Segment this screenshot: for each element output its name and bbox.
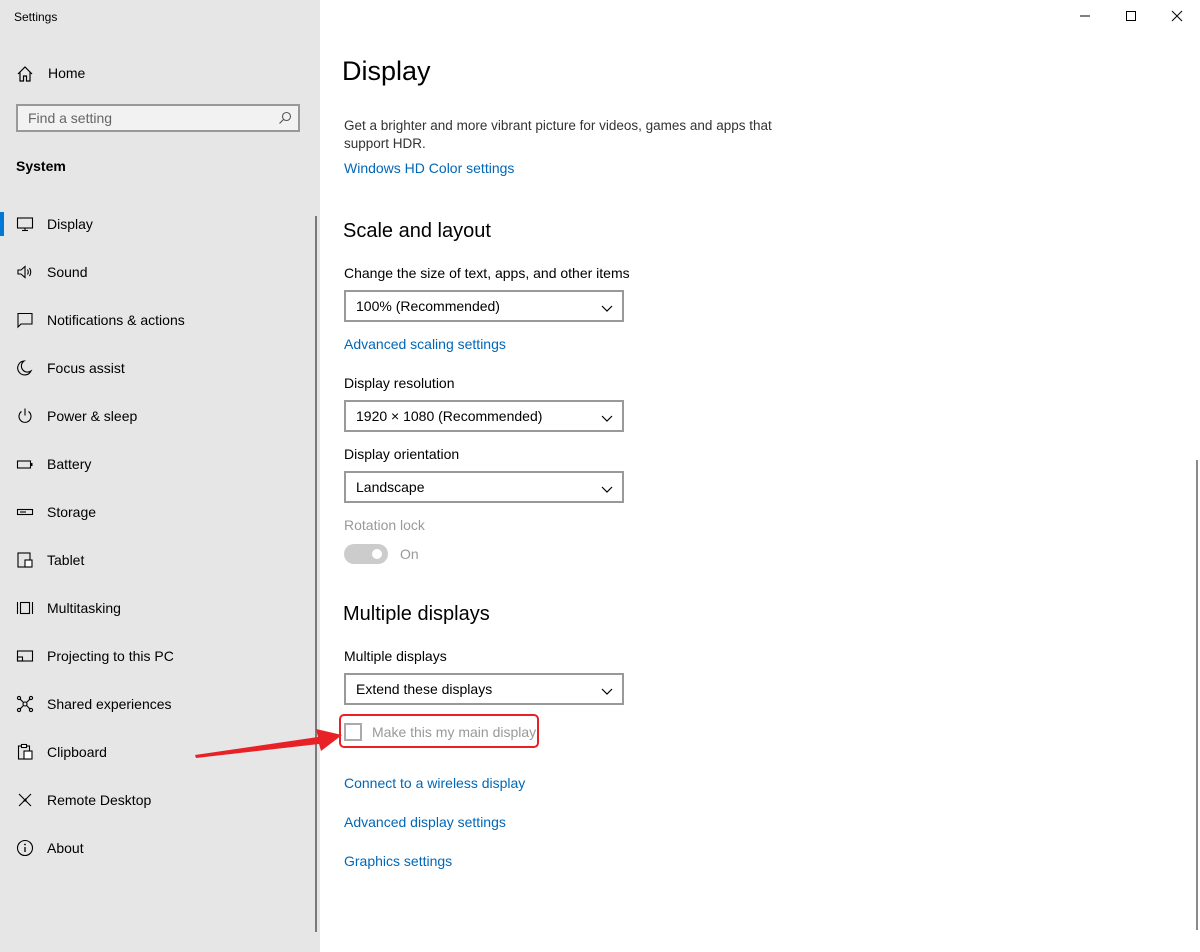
tablet-icon	[16, 551, 34, 569]
sidebar-item-label: Storage	[47, 504, 97, 520]
speaker-icon	[16, 263, 34, 281]
sidebar-scrollbar[interactable]	[315, 216, 317, 932]
sidebar-item-label: Sound	[47, 264, 88, 280]
minimize-button[interactable]	[1062, 0, 1108, 32]
home-icon	[16, 65, 34, 83]
chevron-down-icon	[601, 301, 613, 312]
sidebar-item-power-sleep[interactable]: Power & sleep	[0, 396, 316, 436]
selected-indicator	[0, 212, 4, 236]
sidebar-item-label: Focus assist	[47, 360, 125, 376]
sidebar-item-about[interactable]: About	[0, 828, 316, 868]
advanced-display-settings-link[interactable]: Advanced display settings	[344, 814, 506, 830]
multiple-displays-dropdown[interactable]: Extend these displays	[344, 673, 624, 705]
share-icon	[16, 695, 34, 713]
sidebar-item-label: Shared experiences	[47, 696, 172, 712]
sidebar-item-label: Battery	[47, 456, 92, 472]
hd-color-settings-link[interactable]: Windows HD Color settings	[344, 160, 514, 176]
sidebar-item-tablet[interactable]: Tablet	[0, 540, 316, 580]
search-input[interactable]	[18, 106, 268, 130]
sidebar-item-label: About	[47, 840, 84, 856]
monitor-icon	[16, 215, 34, 233]
rotation-lock-state: On	[400, 546, 419, 562]
search-box[interactable]	[16, 104, 300, 132]
annotation-arrow-icon	[195, 729, 342, 758]
projector-icon	[16, 647, 34, 665]
sidebar-item-label: Remote Desktop	[47, 792, 152, 808]
toggle-knob	[372, 549, 382, 559]
maximize-icon	[1126, 11, 1136, 21]
orientation-label: Display orientation	[344, 446, 460, 462]
sidebar-item-storage[interactable]: Storage	[0, 492, 316, 532]
section-title: System	[16, 158, 66, 174]
graphics-settings-link[interactable]: Graphics settings	[344, 853, 452, 869]
minimize-icon	[1080, 15, 1090, 17]
clipboard-icon	[16, 743, 34, 761]
hdr-description: Get a brighter and more vibrant picture …	[344, 118, 772, 151]
multitasking-icon	[16, 599, 34, 617]
scale-value: 100% (Recommended)	[356, 298, 500, 314]
sidebar: Settings Home System Display Sound Notif…	[0, 0, 320, 952]
info-icon	[16, 839, 34, 857]
multiple-displays-heading: Multiple displays	[343, 603, 490, 625]
sidebar-item-label: Display	[47, 216, 93, 232]
scale-dropdown[interactable]: 100% (Recommended)	[344, 290, 624, 322]
sidebar-item-projecting[interactable]: Projecting to this PC	[0, 636, 316, 676]
main-scrollbar[interactable]	[1196, 460, 1198, 930]
page-title: Display	[342, 56, 431, 86]
sidebar-item-display[interactable]: Display	[0, 204, 316, 244]
home-nav-item[interactable]: Home	[0, 56, 320, 92]
chevron-down-icon	[601, 482, 613, 493]
chevron-down-icon	[601, 411, 613, 422]
sidebar-item-notifications[interactable]: Notifications & actions	[0, 300, 316, 340]
sidebar-item-focus-assist[interactable]: Focus assist	[0, 348, 316, 388]
orientation-dropdown[interactable]: Landscape	[344, 471, 624, 503]
home-label: Home	[48, 65, 86, 81]
resolution-dropdown[interactable]: 1920 × 1080 (Recommended)	[344, 400, 624, 432]
resolution-value: 1920 × 1080 (Recommended)	[356, 408, 543, 424]
sidebar-item-sound[interactable]: Sound	[0, 252, 316, 292]
notification-icon	[16, 311, 34, 329]
remote-desktop-icon	[16, 791, 34, 809]
rotation-lock-toggle[interactable]	[344, 544, 388, 564]
maximize-button[interactable]	[1108, 0, 1154, 32]
search-icon[interactable]	[278, 111, 292, 125]
orientation-value: Landscape	[356, 479, 425, 495]
sidebar-item-label: Power & sleep	[47, 408, 138, 424]
connect-wireless-display-link[interactable]: Connect to a wireless display	[344, 775, 525, 791]
power-icon	[16, 407, 34, 425]
annotation-highlight-box	[339, 714, 539, 748]
app-title: Settings	[14, 10, 58, 24]
battery-icon	[16, 455, 34, 473]
resolution-label: Display resolution	[344, 375, 455, 391]
sidebar-item-battery[interactable]: Battery	[0, 444, 316, 484]
sidebar-item-multitasking[interactable]: Multitasking	[0, 588, 316, 628]
rotation-lock-label: Rotation lock	[344, 517, 425, 533]
scale-label: Change the size of text, apps, and other…	[344, 265, 630, 281]
sidebar-item-label: Notifications & actions	[47, 312, 185, 328]
multiple-displays-label: Multiple displays	[344, 648, 447, 664]
scale-layout-heading: Scale and layout	[343, 220, 491, 242]
sidebar-item-remote-desktop[interactable]: Remote Desktop	[0, 780, 316, 820]
sidebar-item-label: Projecting to this PC	[47, 648, 174, 664]
sidebar-item-label: Multitasking	[47, 600, 121, 616]
advanced-scaling-link[interactable]: Advanced scaling settings	[344, 336, 506, 352]
sidebar-item-label: Clipboard	[47, 744, 107, 760]
chevron-down-icon	[601, 684, 613, 695]
sidebar-item-label: Tablet	[47, 552, 85, 568]
multiple-displays-value: Extend these displays	[356, 681, 493, 697]
storage-icon	[16, 503, 34, 521]
moon-icon	[16, 359, 34, 377]
close-button[interactable]	[1154, 0, 1200, 32]
close-icon	[1171, 10, 1183, 22]
